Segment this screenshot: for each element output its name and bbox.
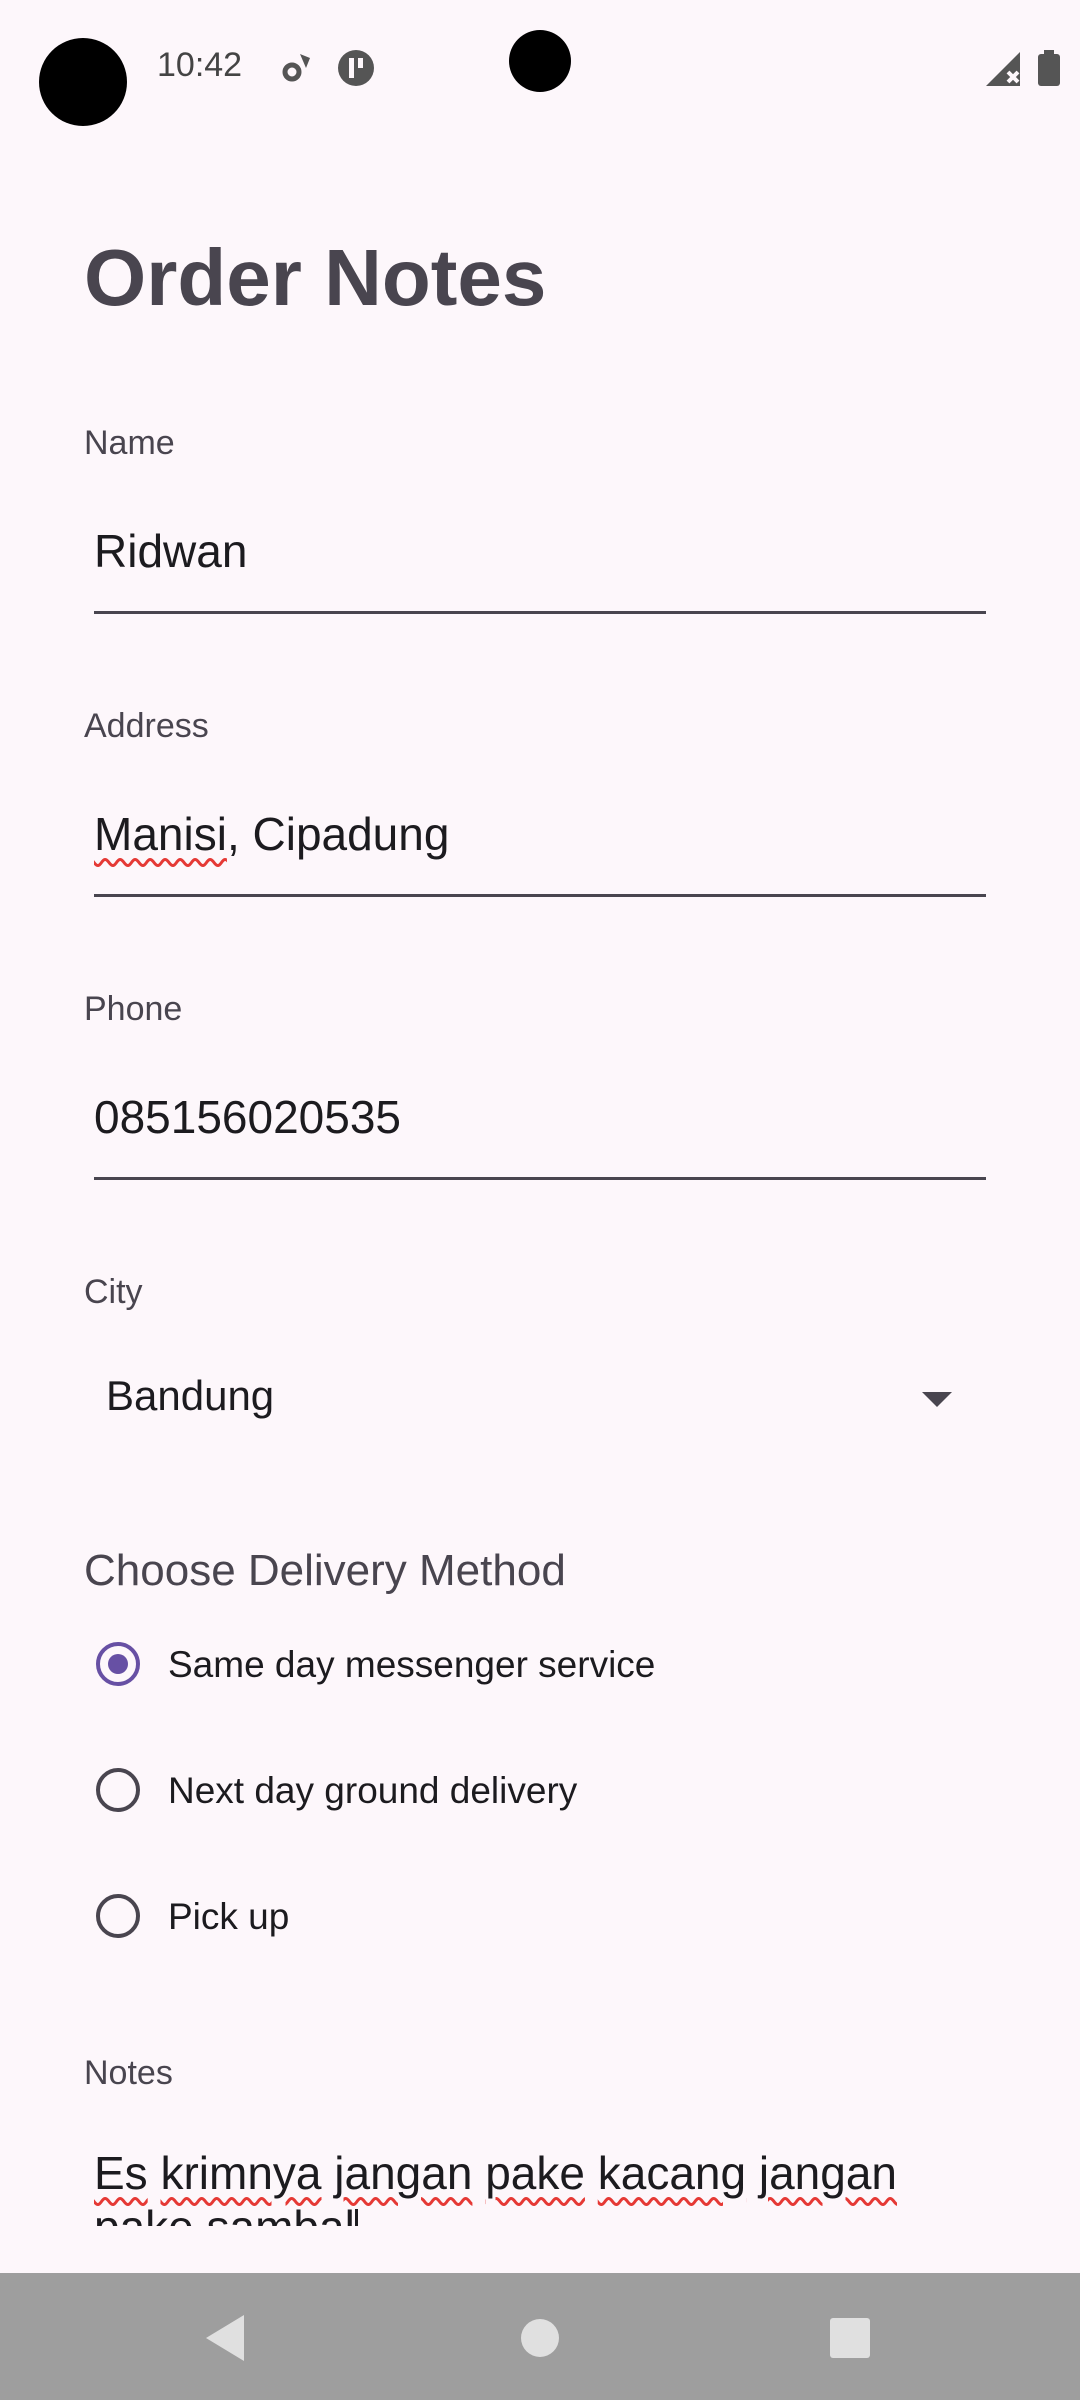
back-icon[interactable] [190, 2303, 260, 2373]
city-label: City [84, 1273, 143, 1311]
signal-icon [986, 52, 1022, 91]
radio-button-checked[interactable] [96, 1642, 140, 1686]
address-misspelled-word: Manisi [94, 808, 227, 860]
name-input[interactable]: Ridwan [94, 524, 247, 578]
page-title: Order Notes [84, 233, 547, 322]
notes-word: krimnya [160, 2147, 322, 2199]
phone-input-underline [94, 1177, 986, 1180]
notes-text: Es krimnya jangan pake kacang jangan pak… [94, 2146, 986, 2226]
notes-word: Es [94, 2147, 148, 2199]
address-input[interactable]: Manisi, Cipadung [94, 807, 449, 861]
notes-word: pake [485, 2147, 585, 2199]
phone-label: Phone [84, 990, 183, 1028]
radio-option-pick-up[interactable]: Pick up [96, 1884, 976, 1954]
notification-icon [336, 48, 376, 93]
battery-icon [1038, 50, 1060, 91]
radio-option-same-day[interactable]: Same day messenger service [96, 1632, 976, 1702]
city-dropdown-value: Bandung [106, 1372, 275, 1419]
order-notes-screen: 10:42 Order Notes Name Ridwan Address Ma… [0, 0, 1080, 2400]
radio-button[interactable] [96, 1768, 140, 1812]
camera-cutout-center [509, 30, 571, 92]
radio-option-next-day[interactable]: Next day ground delivery [96, 1758, 976, 1828]
notes-word: sambal [207, 2201, 355, 2226]
phone-input[interactable]: 085156020535 [94, 1090, 401, 1144]
chevron-down-icon [922, 1392, 952, 1407]
address-input-underline [94, 894, 986, 897]
name-input-underline [94, 611, 986, 614]
recents-icon[interactable] [815, 2303, 885, 2373]
settings-sync-icon [276, 48, 316, 93]
notes-input[interactable]: Es krimnya jangan pake kacang jangan pak… [94, 2146, 986, 2226]
radio-button[interactable] [96, 1894, 140, 1938]
delivery-method-heading: Choose Delivery Method [84, 1546, 566, 1595]
radio-label: Next day ground delivery [168, 1770, 578, 1811]
text-cursor [354, 2208, 358, 2226]
address-value-rest: , Cipadung [226, 808, 450, 860]
address-label: Address [84, 707, 209, 745]
navigation-bar [0, 2273, 1080, 2400]
camera-cutout-left [39, 38, 127, 126]
status-bar: 10:42 [0, 0, 1080, 135]
radio-label: Same day messenger service [168, 1644, 656, 1685]
name-label: Name [84, 424, 175, 462]
radio-label: Pick up [168, 1896, 290, 1937]
home-icon[interactable] [505, 2303, 575, 2373]
notes-word: jangan [334, 2147, 473, 2199]
city-dropdown[interactable]: Bandung [84, 1358, 964, 1438]
notes-word: pake [94, 2201, 194, 2226]
status-time: 10:42 [157, 46, 243, 84]
notes-word: jangan [758, 2147, 897, 2199]
notes-word: kacang [597, 2147, 747, 2199]
notes-label: Notes [84, 2054, 173, 2092]
